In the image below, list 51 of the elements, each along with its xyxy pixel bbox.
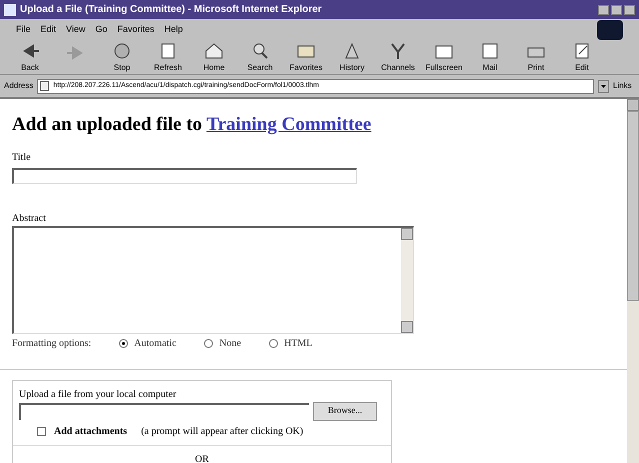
fullscreen-button[interactable]: Fullscreen	[426, 40, 462, 74]
upload-label: Upload a file from your local computer	[19, 388, 178, 402]
radio-button[interactable]	[204, 338, 214, 348]
committee-link[interactable]: Training Committee	[206, 114, 372, 135]
channels-button[interactable]: Channels	[380, 40, 416, 74]
menu-item[interactable]: Help	[164, 23, 183, 37]
abstract-label: Abstract	[12, 212, 47, 226]
formatting-label: Formatting options:	[12, 336, 92, 350]
scroll-thumb[interactable]	[627, 111, 639, 301]
page-scrollbar[interactable]	[627, 99, 639, 463]
radio-label: HTML	[284, 336, 312, 350]
links-button[interactable]: Links	[613, 80, 635, 92]
stop-button[interactable]: Stop	[104, 40, 140, 74]
menu-item[interactable]: Go	[95, 23, 108, 37]
window-control[interactable]	[624, 4, 635, 14]
attach-label: Add attachments	[54, 424, 128, 438]
or-label: OR	[195, 452, 209, 463]
browse-button[interactable]: Browse...	[313, 402, 377, 420]
menu-item[interactable]: File	[16, 23, 31, 37]
scroll-up-button[interactable]	[401, 228, 413, 240]
back-button[interactable]: Back	[12, 40, 48, 74]
menu-item[interactable]: Favorites	[117, 23, 154, 37]
history-button[interactable]: History	[334, 40, 370, 74]
menu-item[interactable]: View	[66, 23, 86, 37]
attach-note: (a prompt will appear after clicking OK)	[141, 424, 304, 438]
window-title: Upload a File (Training Committee) - Microsoft Internet Explorer	[20, 3, 322, 17]
radio-label: None	[219, 336, 242, 350]
search-button[interactable]: Search	[242, 40, 278, 74]
dropdown-button[interactable]	[598, 80, 609, 92]
menu-item[interactable]: Edit	[40, 23, 56, 37]
edit-button[interactable]: Edit	[564, 40, 600, 74]
favorites-button[interactable]: Favorites	[288, 40, 324, 74]
page-icon	[40, 81, 50, 91]
attach-checkbox[interactable]	[37, 426, 46, 436]
refresh-button[interactable]: Refresh	[150, 40, 186, 74]
caret-icon	[601, 84, 606, 88]
print-button[interactable]: Print	[518, 40, 554, 74]
page-heading: Add an uploaded file to	[12, 114, 202, 135]
mail-button[interactable]: Mail	[472, 40, 508, 74]
radio-button[interactable]	[269, 338, 278, 348]
scrollbar[interactable]	[401, 228, 413, 332]
address-label: Address	[4, 80, 34, 92]
scroll-down-button[interactable]	[401, 320, 413, 332]
radio-button[interactable]	[119, 338, 128, 348]
window-control[interactable]	[611, 4, 622, 14]
radio-label: Automatic	[134, 336, 176, 350]
window-control[interactable]	[598, 4, 609, 14]
abstract-field[interactable]	[12, 226, 414, 334]
title-label: Title	[12, 150, 32, 164]
title-field[interactable]	[12, 168, 357, 184]
home-button[interactable]: Home	[196, 40, 232, 74]
